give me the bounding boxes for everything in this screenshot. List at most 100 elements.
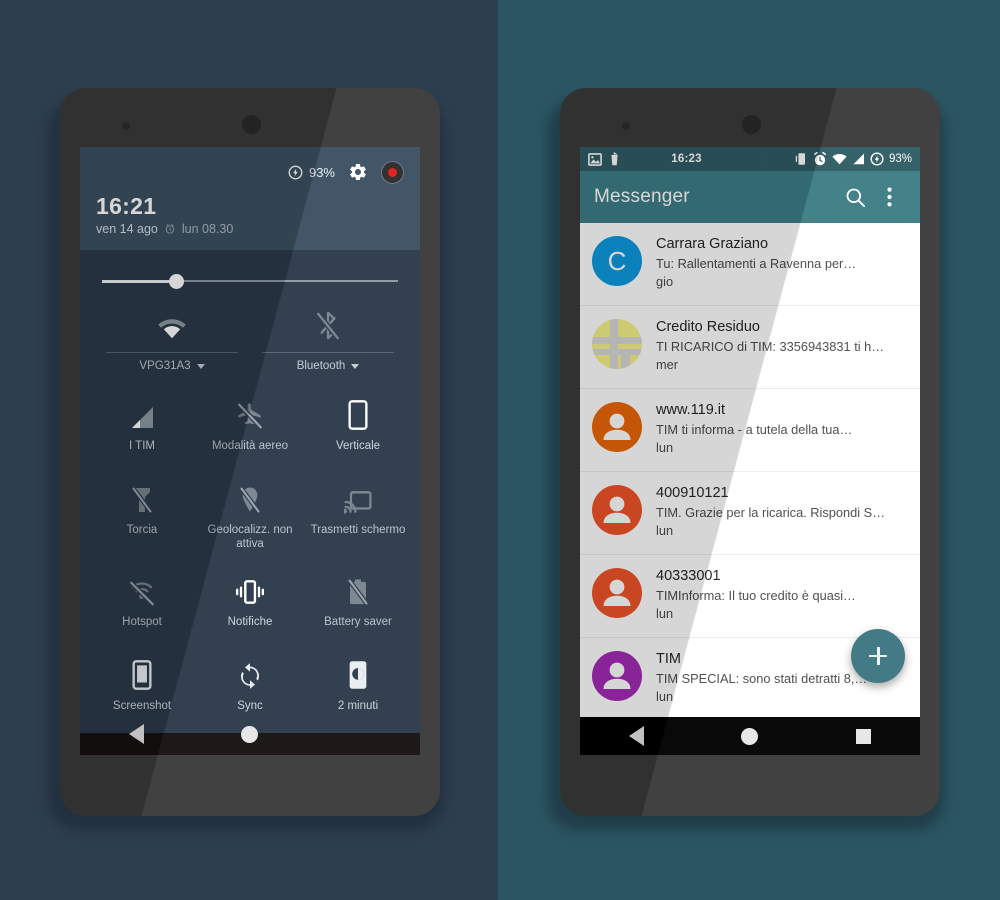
tile-battery-saver[interactable]: Battery saver (304, 564, 412, 648)
tile-divider (106, 352, 238, 353)
conversation-row[interactable]: Credito Residuo TI RICARICO di TIM: 33569… (580, 306, 920, 389)
contact-name: Carrara Graziano (656, 236, 769, 252)
message-date: lun (656, 606, 674, 622)
right-navigation-bar (580, 717, 920, 755)
tile-bluetooth[interactable]: Bluetooth (250, 304, 406, 372)
cellular-signal-icon (853, 153, 864, 165)
bluetooth-label: Bluetooth (296, 360, 346, 372)
new-conversation-button[interactable] (851, 629, 905, 683)
tile-label: Geolocalizz. non attiva (207, 524, 293, 551)
slider-thumb[interactable] (169, 274, 184, 289)
conversation-row[interactable]: 400910121 TIM. Grazie per la ricarica. Ri… (580, 472, 920, 555)
cast-screen-icon (344, 480, 372, 514)
avatar[interactable] (592, 568, 642, 618)
screen-timeout-icon (348, 656, 368, 690)
battery-saver-off-icon (346, 572, 370, 606)
recents-button[interactable] (856, 728, 872, 744)
status-clock: 16:23 (671, 153, 702, 165)
back-button[interactable] (628, 726, 644, 746)
status-notification-icons (588, 152, 620, 166)
quick-settings-panel: 93% 16:21 ven 14 ago lun 08.30 VPG31A3 B… (80, 147, 420, 733)
brightness-slider[interactable] (102, 272, 398, 290)
person-icon (603, 496, 631, 523)
sync-icon (237, 656, 263, 690)
avatar[interactable] (592, 402, 642, 452)
message-date: gio (656, 274, 674, 290)
right-phone-body: 16:23 93% Messenger C Carrara Graziano T… (560, 88, 940, 816)
contact-name: www.119.it (656, 402, 726, 418)
person-icon (603, 579, 631, 606)
date-label: ven 14 ago (96, 222, 158, 236)
vibrate-icon (795, 153, 805, 165)
message-date: lun (656, 523, 674, 539)
home-button[interactable] (741, 727, 759, 745)
chevron-down-icon[interactable] (196, 363, 205, 369)
quick-settings-duo-row: VPG31A3 Bluetooth (80, 304, 420, 372)
tile-label: Notifiche (227, 615, 273, 628)
tile-mobile-network[interactable]: I TIM (88, 388, 196, 472)
alarm-time-label: lun 08.30 (181, 222, 234, 236)
location-off-icon (238, 480, 262, 514)
tile-location[interactable]: Geolocalizz. non attiva (196, 472, 304, 564)
airplane-off-icon (236, 396, 264, 430)
tile-label: Torcia (126, 524, 158, 536)
avatar[interactable] (592, 485, 642, 535)
search-icon[interactable] (838, 187, 872, 208)
tile-label: Trasmetti schermo (310, 524, 406, 536)
app-title: Messenger (594, 186, 690, 207)
tile-label: 2 minuti (337, 699, 379, 712)
message-date: lun (656, 440, 674, 456)
quick-settings-tile-grid: I TIM Modalità aereo Verticale Torcia Ge… (80, 372, 420, 732)
tile-cast-screen[interactable]: Trasmetti schermo (304, 472, 412, 564)
message-date: mer (656, 357, 679, 373)
tile-label: Battery saver (324, 615, 392, 628)
battery-percent-label: 93% (888, 153, 912, 165)
contact-name: 400910121 (656, 485, 729, 501)
screen-record-button[interactable] (381, 160, 404, 184)
tile-notifications-vibrate[interactable]: Notifiche (196, 564, 304, 648)
wifi-icon (832, 154, 847, 165)
status-bar: 16:23 93% (580, 147, 920, 171)
avatar[interactable] (592, 319, 642, 369)
tile-wifi[interactable]: VPG31A3 (94, 304, 250, 372)
chevron-down-icon[interactable] (351, 363, 360, 369)
right-phone-screen: 16:23 93% Messenger C Carrara Graziano T… (580, 147, 920, 755)
bluetooth-off-icon (314, 306, 342, 346)
contact-name: 40333001 (656, 568, 721, 584)
conversation-row[interactable]: www.119.it TIM ti informa - a tutela dell… (580, 389, 920, 472)
avatar[interactable] (592, 651, 642, 701)
message-snippet: TI RICARICO di TIM: 3356943831 ti h… (656, 338, 885, 354)
alarm-clock-icon (165, 224, 175, 234)
bluetooth-label-row[interactable]: Bluetooth (297, 360, 360, 372)
conversation-row[interactable]: C Carrara Graziano Tu: Rallentamenti a Rav… (580, 223, 920, 306)
home-button[interactable] (241, 725, 259, 743)
front-camera-right (742, 115, 761, 134)
contact-name: Credito Residuo (656, 319, 760, 335)
conversation-row[interactable]: 40333001 TIMInforma: Il tuo credito è qua… (580, 555, 920, 638)
clock-date-row: ven 14 ago lun 08.30 (96, 222, 404, 236)
tile-label: I TIM (129, 440, 155, 452)
avatar-letter: C (607, 246, 627, 276)
conversation-text: 40333001 TIMInforma: Il tuo credito è qua… (656, 566, 908, 622)
left-phone-screen: 93% 16:21 ven 14 ago lun 08.30 VPG31A3 B… (80, 147, 420, 755)
more-vertical-icon[interactable] (872, 187, 906, 207)
tile-flashlight[interactable]: Torcia (88, 472, 196, 564)
lockscreen-clock: 16:21 (96, 193, 157, 219)
wifi-ssid-row[interactable]: VPG31A3 (139, 360, 205, 372)
image-notification-icon (588, 152, 602, 166)
tile-label: Verticale (335, 440, 381, 452)
status-system-icons: 93% (795, 152, 912, 166)
front-sensor-right (622, 122, 630, 130)
avatar[interactable]: C (592, 236, 642, 286)
message-snippet: TIM. Grazie per la ricarica. Rispondi S… (656, 504, 885, 520)
back-button[interactable] (128, 724, 144, 744)
tile-airplane-mode[interactable]: Modalità aereo (196, 388, 304, 472)
message-snippet: TIMInforma: Il tuo credito è quasi… (656, 587, 856, 603)
app-bar: Messenger (580, 171, 920, 223)
tile-hotspot[interactable]: Hotspot (88, 564, 196, 648)
person-icon (603, 662, 631, 689)
alarm-clock-icon (814, 152, 826, 166)
plus-icon (868, 646, 888, 666)
tile-screen-rotation[interactable]: Verticale (304, 388, 412, 472)
gear-icon[interactable] (348, 162, 368, 182)
